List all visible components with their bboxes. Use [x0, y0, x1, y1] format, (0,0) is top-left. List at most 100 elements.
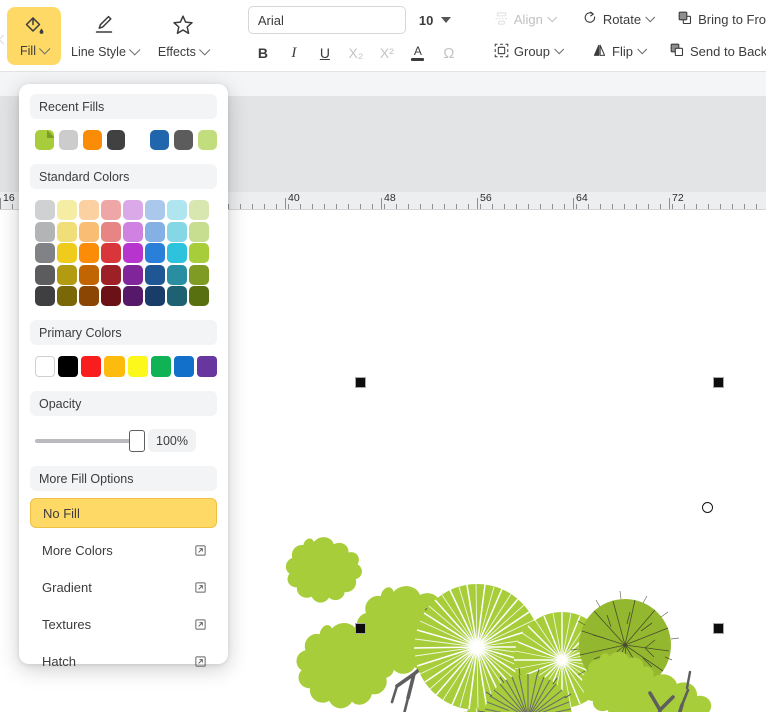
standard-color-swatch[interactable] [35, 222, 55, 242]
symbol-button[interactable]: Ω [434, 41, 464, 65]
primary-color-swatch[interactable] [151, 356, 171, 377]
standard-color-swatch[interactable] [145, 243, 165, 263]
standard-color-swatch[interactable] [123, 265, 143, 285]
selection-handle-top-right[interactable] [713, 377, 724, 388]
standard-color-swatch[interactable] [167, 243, 187, 263]
line-style-button[interactable]: Line Style [61, 7, 148, 65]
primary-color-swatch[interactable] [35, 356, 55, 377]
standard-color-swatch[interactable] [101, 265, 121, 285]
standard-color-swatch[interactable] [79, 243, 99, 263]
standard-color-swatch[interactable] [57, 200, 77, 220]
fill-button[interactable]: Fill [7, 7, 61, 65]
primary-colors-title: Primary Colors [39, 326, 122, 340]
bring-to-front-button[interactable]: Bring to Fron [671, 7, 766, 33]
standard-color-swatch[interactable] [189, 286, 209, 306]
toolbar-overflow-left-icon[interactable] [0, 0, 7, 71]
ruler-minor-tick [336, 204, 337, 209]
fill-option-label: No Fill [43, 506, 80, 521]
standard-color-swatch[interactable] [189, 243, 209, 263]
recent-fill-swatch[interactable] [35, 130, 54, 150]
standard-color-swatch[interactable] [167, 200, 187, 220]
open-external-icon[interactable] [194, 618, 207, 631]
primary-color-swatch[interactable] [58, 356, 78, 377]
standard-color-swatch[interactable] [189, 222, 209, 242]
standard-color-swatch[interactable] [35, 286, 55, 306]
standard-color-swatch[interactable] [145, 222, 165, 242]
ruler-major-tick [285, 198, 286, 209]
font-color-button[interactable]: A [403, 41, 433, 65]
standard-color-swatch[interactable] [145, 286, 165, 306]
open-external-icon[interactable] [194, 655, 207, 668]
standard-color-swatch[interactable] [57, 222, 77, 242]
rotate-button[interactable]: Rotate [577, 7, 659, 33]
standard-color-swatch[interactable] [145, 265, 165, 285]
open-external-icon[interactable] [194, 544, 207, 557]
ruler-minor-tick [480, 204, 481, 209]
fill-option-textures[interactable]: Textures [30, 609, 217, 639]
recent-fill-swatch[interactable] [150, 130, 169, 150]
standard-color-swatch[interactable] [79, 265, 99, 285]
standard-color-swatch[interactable] [57, 265, 77, 285]
standard-color-swatch[interactable] [189, 265, 209, 285]
more-fill-options-title: More Fill Options [39, 472, 133, 486]
standard-color-swatch[interactable] [145, 200, 165, 220]
font-name-input[interactable] [248, 6, 406, 34]
toolbar-group-font: 10 B I U X₂ X² A Ω [244, 0, 468, 71]
send-to-back-button[interactable]: Send to Back [663, 39, 766, 65]
opacity-slider-thumb[interactable] [129, 430, 145, 452]
standard-color-swatch[interactable] [79, 222, 99, 242]
fill-option-no-fill[interactable]: No Fill [30, 498, 217, 528]
group-button[interactable]: Group [488, 39, 568, 65]
standard-color-swatch[interactable] [123, 222, 143, 242]
flip-button[interactable]: Flip [586, 39, 651, 65]
ruler-minor-tick [672, 204, 673, 209]
standard-color-swatch[interactable] [167, 286, 187, 306]
rotation-handle[interactable] [702, 502, 713, 513]
effects-button[interactable]: Effects [148, 7, 218, 65]
fill-button-caption: Fill [20, 44, 48, 58]
standard-color-swatch[interactable] [123, 200, 143, 220]
standard-color-swatch[interactable] [123, 286, 143, 306]
fill-option-hatch[interactable]: Hatch [30, 646, 217, 676]
standard-color-swatch[interactable] [79, 286, 99, 306]
standard-color-swatch[interactable] [35, 265, 55, 285]
font-color-letter: A [414, 46, 422, 57]
ruler-minor-tick [708, 204, 709, 209]
recent-fill-swatch[interactable] [107, 130, 126, 150]
selection-handle-bottom-right[interactable] [713, 623, 724, 634]
italic-button[interactable]: I [279, 41, 309, 65]
recent-fill-swatch[interactable] [59, 130, 78, 150]
standard-color-swatch[interactable] [101, 222, 121, 242]
standard-color-swatch[interactable] [79, 200, 99, 220]
primary-color-swatch[interactable] [104, 356, 124, 377]
standard-color-swatch[interactable] [35, 243, 55, 263]
fill-option-gradient[interactable]: Gradient [30, 572, 217, 602]
chevron-down-icon [554, 44, 564, 54]
primary-color-swatch[interactable] [81, 356, 101, 377]
font-size-select[interactable]: 10 [412, 6, 458, 34]
selection-handle-top-left[interactable] [355, 377, 366, 388]
recent-fill-swatch[interactable] [198, 130, 217, 150]
standard-color-swatch[interactable] [101, 243, 121, 263]
primary-color-swatch[interactable] [197, 356, 217, 377]
primary-color-swatch[interactable] [128, 356, 148, 377]
fill-option-more-colors[interactable]: More Colors [30, 535, 217, 565]
standard-color-swatch[interactable] [35, 200, 55, 220]
bold-button[interactable]: B [248, 41, 278, 65]
opacity-slider[interactable] [35, 439, 138, 443]
recent-fill-swatch[interactable] [83, 130, 102, 150]
standard-color-swatch[interactable] [57, 286, 77, 306]
standard-color-swatch[interactable] [189, 200, 209, 220]
standard-color-swatch[interactable] [167, 222, 187, 242]
standard-color-swatch[interactable] [123, 243, 143, 263]
open-external-icon[interactable] [194, 581, 207, 594]
standard-color-swatch[interactable] [57, 243, 77, 263]
recent-fill-swatch[interactable] [174, 130, 193, 150]
standard-color-swatch[interactable] [101, 200, 121, 220]
rotate-label: Rotate [603, 12, 641, 27]
primary-color-swatch[interactable] [174, 356, 194, 377]
underline-button[interactable]: U [310, 41, 340, 65]
standard-color-swatch[interactable] [101, 286, 121, 306]
standard-color-swatch[interactable] [167, 265, 187, 285]
selection-handle-bottom-left[interactable] [355, 623, 366, 634]
